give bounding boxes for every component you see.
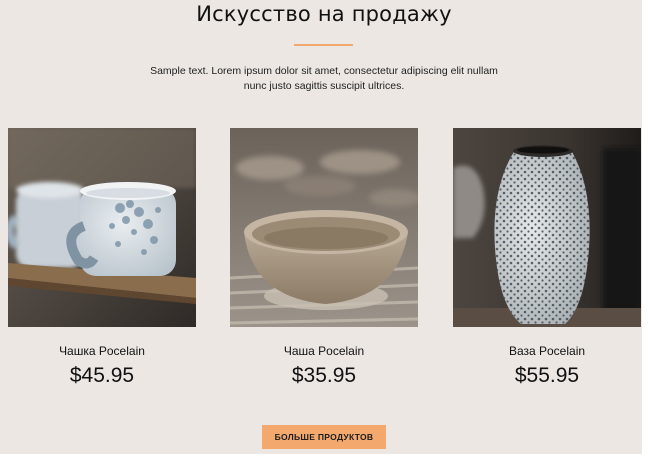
product-image-vase[interactable] xyxy=(453,128,641,327)
more-products-button[interactable]: БОЛЬШЕ ПРОДУКТОВ xyxy=(262,425,386,449)
product-price: $35.95 xyxy=(291,364,357,387)
section-title: Искусство на продажу xyxy=(196,2,452,26)
product-image-bowl[interactable] xyxy=(230,128,418,327)
product-card-cup[interactable]: Чашка Pocelain $45.95 xyxy=(8,128,196,387)
product-name[interactable]: Чашка Pocelain xyxy=(0,344,216,358)
product-name[interactable]: Чаша Pocelain xyxy=(210,344,438,358)
product-price: $55.95 xyxy=(514,364,580,387)
product-name[interactable]: Ваза Pocelain xyxy=(433,344,648,358)
title-divider xyxy=(294,44,353,46)
section-intro: Sample text. Lorem ipsum dolor sit amet,… xyxy=(150,65,498,92)
product-card-vase[interactable]: Ваза Pocelain $55.95 xyxy=(453,128,641,387)
products-section: Искусство на продажу Sample text. Lorem … xyxy=(0,0,642,454)
product-price: $45.95 xyxy=(69,364,135,387)
product-card-bowl[interactable]: Чаша Pocelain $35.95 xyxy=(230,128,418,387)
product-image-cup[interactable] xyxy=(8,128,196,327)
